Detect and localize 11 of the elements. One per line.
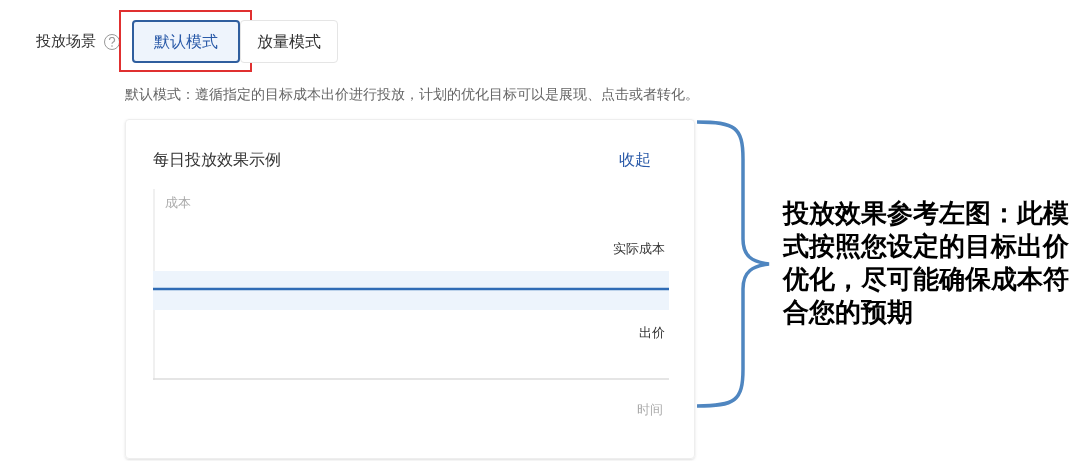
x-axis-label: 时间: [637, 401, 663, 419]
mode-description: 默认模式：遵循指定的目标成本出价进行投放，计划的优化目标可以是展现、点击或者转化。: [125, 85, 700, 104]
collapse-link[interactable]: 收起: [619, 148, 651, 172]
card-title: 每日投放效果示例: [153, 149, 281, 171]
y-axis-label: 成本: [165, 194, 191, 212]
mode-option[interactable]: 默认模式: [132, 20, 240, 63]
bid-label: 出价: [639, 324, 665, 342]
annotation-text: 投放效果参考左图：此模式按照您设定的目标出价优化，尽可能确保成本符合您的预期: [783, 197, 1070, 329]
mode-option[interactable]: 放量模式: [240, 20, 338, 63]
actual-cost-label: 实际成本: [613, 240, 665, 258]
field-label: 投放场景: [36, 31, 96, 53]
